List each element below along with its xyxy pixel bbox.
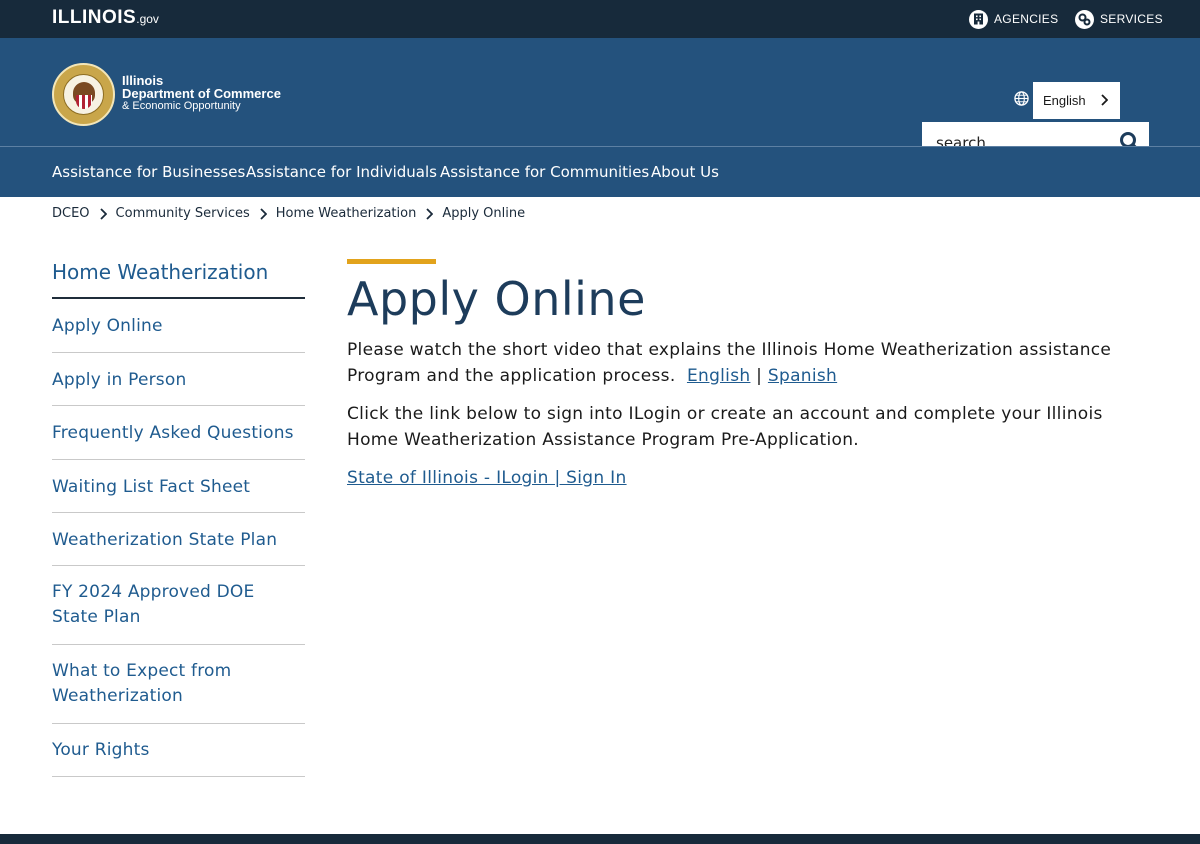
breadcrumb-home-weatherization[interactable]: Home Weatherization [276, 206, 417, 221]
sidebar-item-faq[interactable]: Frequently Asked Questions [52, 406, 305, 460]
sidebar-item-label: Frequently Asked Questions [52, 423, 294, 443]
sidebar-item-label: Waiting List Fact Sheet [52, 477, 251, 497]
globe-icon [1014, 91, 1029, 110]
sidebar-item-apply-online[interactable]: Apply Online [52, 299, 305, 353]
title-accent-bar [347, 259, 436, 264]
sidebar-item-waiting-list[interactable]: Waiting List Fact Sheet [52, 460, 305, 513]
agencies-label: AGENCIES [994, 12, 1059, 26]
nav-about-us[interactable]: About Us [651, 163, 719, 181]
site-header: Illinois Department of Commerce & Econom… [0, 38, 1200, 164]
seal-inner [63, 74, 104, 115]
chevron-right-icon [99, 207, 107, 220]
sidebar-item-apply-in-person[interactable]: Apply in Person [52, 353, 305, 406]
breadcrumb-current-page: Apply Online [442, 206, 526, 221]
building-icon [969, 9, 988, 29]
spanish-video-link[interactable]: Spanish [768, 366, 837, 386]
breadcrumb-community-services[interactable]: Community Services [116, 206, 250, 221]
department-name[interactable]: Illinois Department of Commerce & Econom… [122, 74, 281, 113]
nav-assistance-communities[interactable]: Assistance for Communities [440, 163, 649, 181]
link-separator: | [756, 365, 763, 386]
chevron-right-icon [1100, 94, 1109, 109]
ilogin-paragraph: Click the link below to sign into ILogin… [347, 404, 1103, 450]
english-video-link[interactable]: English [687, 366, 750, 386]
intro-paragraph: Please watch the short video that explai… [347, 338, 1147, 389]
sidebar-item-what-to-expect[interactable]: What to Expect from Weatherization [52, 645, 305, 724]
sidebar-item-doe-state-plan[interactable]: FY 2024 Approved DOE State Plan [52, 566, 305, 645]
agencies-link[interactable]: AGENCIES [969, 9, 1058, 29]
breadcrumb-dceo[interactable]: DCEO [52, 206, 90, 221]
services-link[interactable]: SERVICES [1075, 9, 1163, 29]
ilogin-sign-in-link[interactable]: State of Illinois - ILogin | Sign In [347, 468, 627, 488]
sidebar-item-label: Weatherization State Plan [52, 530, 278, 550]
sidebar-item-label: Apply in Person [52, 370, 187, 390]
sidebar-item-label: Apply Online [52, 316, 163, 336]
gears-icon [1075, 9, 1094, 29]
illinois-gov-logo[interactable]: ILLINOIS.gov [52, 7, 159, 29]
logo-main-text: ILLINOIS [52, 7, 137, 28]
breadcrumb: DCEO Community Services Home Weatherizat… [52, 206, 525, 221]
sidebar-item-your-rights[interactable]: Your Rights [52, 724, 305, 777]
nav-assistance-businesses[interactable]: Assistance for Businesses [52, 163, 245, 181]
sidebar-title[interactable]: Home Weatherization [52, 257, 305, 299]
shield-icon [76, 95, 92, 109]
chevron-right-icon [259, 207, 267, 220]
top-utility-bar: ILLINOIS.gov AGENCIES SERVICES [0, 0, 1200, 38]
dept-line-3: & Economic Opportunity [122, 100, 241, 112]
sidebar-item-state-plan[interactable]: Weatherization State Plan [52, 513, 305, 566]
chevron-right-icon [425, 207, 434, 220]
sidebar-item-label: Your Rights [52, 740, 150, 760]
services-label: SERVICES [1100, 12, 1163, 26]
side-navigation: Home Weatherization Apply Online Apply i… [52, 257, 305, 777]
sidebar-item-label: What to Expect from Weatherization [52, 661, 232, 706]
main-navigation: Assistance for Businesses Assistance for… [0, 146, 1200, 197]
nav-assistance-individuals[interactable]: Assistance for Individuals [246, 163, 437, 181]
dept-line-2: Department of Commerce [122, 86, 281, 101]
language-label: English [1043, 93, 1086, 108]
page-title: Apply Online [347, 272, 646, 326]
footer-strip [0, 834, 1200, 844]
sidebar-item-label: FY 2024 Approved DOE State Plan [52, 582, 255, 627]
logo-suffix-text: .gov [136, 12, 159, 26]
state-seal-logo[interactable] [52, 63, 115, 126]
language-selector[interactable]: English [1033, 82, 1120, 119]
